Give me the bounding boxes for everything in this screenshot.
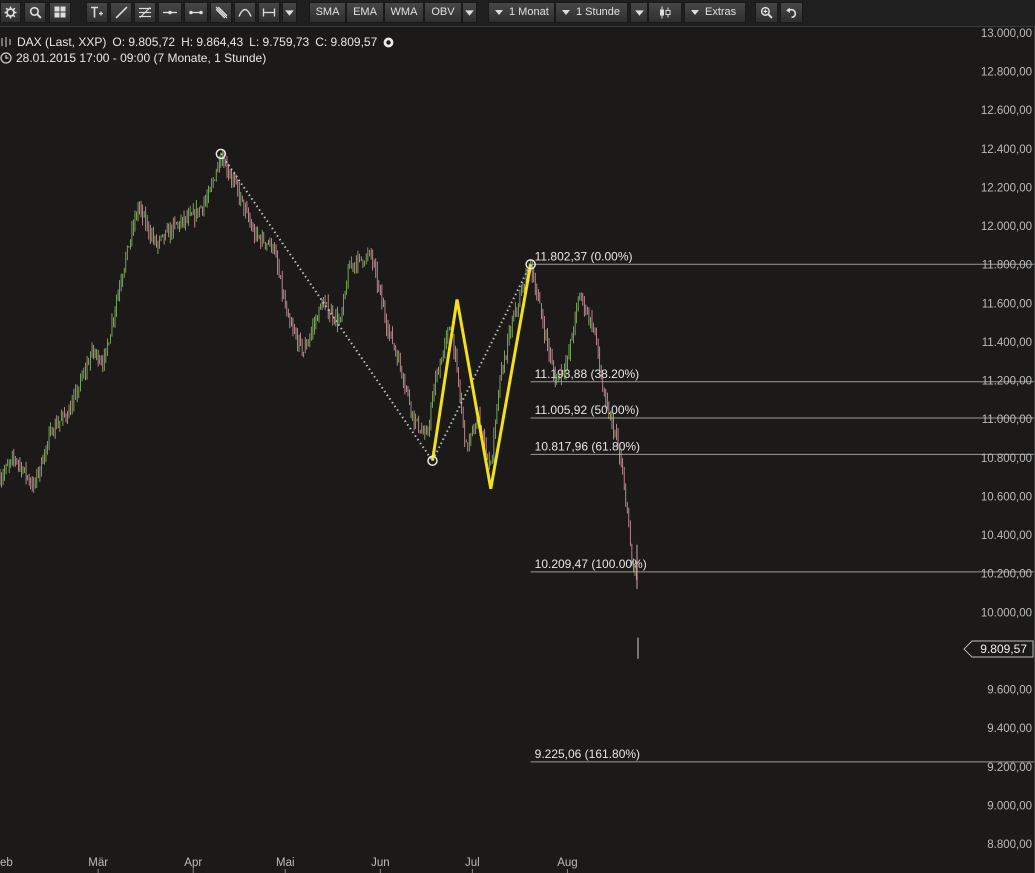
undo-icon — [785, 6, 798, 19]
y-tick-label: 11.200,00 — [982, 376, 1032, 388]
fib-level-label: 10.817,96 (61.80%) — [535, 439, 640, 453]
y-tick-label: 10.800,00 — [981, 453, 1032, 465]
measure-tool-button[interactable] — [258, 2, 280, 23]
y-tick-label: 11.600,00 — [982, 298, 1032, 310]
x-tick-label: Apr — [184, 857, 202, 869]
segment-tool-button[interactable] — [184, 2, 208, 23]
y-tick-label: 9.400,00 — [987, 723, 1032, 735]
chevron-down-icon — [285, 6, 294, 19]
tools-dropdown-button[interactable] — [282, 2, 297, 23]
extras-menu[interactable]: Extras — [684, 2, 746, 23]
y-tick-label: 12.000,00 — [981, 221, 1032, 233]
fibonacci-tool-button[interactable] — [134, 2, 156, 23]
gear-icon — [4, 6, 17, 19]
period-label: 1 Monat — [509, 6, 549, 18]
search-icon — [29, 6, 42, 19]
dotted-pattern-line[interactable] — [221, 154, 531, 461]
arc-tool-button[interactable] — [234, 2, 256, 23]
x-tick-label: Aug — [557, 857, 577, 869]
grid-icon — [54, 6, 66, 18]
toolbar: SMA EMA WMA OBV 1 Monat 1 Stunde Extras — [0, 0, 1035, 27]
ema-button[interactable]: EMA — [346, 2, 384, 23]
x-tick-label: Mär — [88, 857, 108, 869]
extras-label: Extras — [705, 6, 736, 18]
y-tick-label: 13.000,00 — [981, 28, 1032, 40]
fib-level-label: 11.005,92 (50.00%) — [535, 403, 640, 417]
y-tick-label: 8.800,00 — [987, 839, 1032, 851]
y-tick-label: 10.000,00 — [981, 607, 1032, 619]
zoom-in-icon — [760, 6, 773, 19]
fib-level-label: 10.209,47 (100.00%) — [535, 557, 647, 571]
x-tick-label: Jul — [465, 857, 480, 869]
chevron-down-icon — [465, 6, 474, 19]
sma-button[interactable]: SMA — [309, 2, 346, 23]
indicator-dropdown-button[interactable] — [462, 2, 477, 23]
chevron-down-icon — [562, 10, 570, 15]
measure-icon — [262, 6, 276, 19]
y-tick-label: 9.600,00 — [987, 685, 1032, 697]
settings-button[interactable] — [0, 2, 21, 23]
horizontal-line-button[interactable] — [158, 2, 182, 23]
y-tick-label: 12.800,00 — [981, 67, 1032, 79]
trendline-tool-button[interactable] — [110, 2, 132, 23]
y-tick-label: 11.400,00 — [982, 337, 1032, 349]
y-tick-label: 10.400,00 — [981, 530, 1032, 542]
x-tick-label: eb — [0, 857, 13, 869]
layout-button[interactable] — [49, 2, 71, 23]
price-chart[interactable]: 11.802,37 (0.00%) 11.193,88 (38.20%) 11.00… — [0, 27, 1035, 873]
candlestick-icon — [658, 6, 672, 19]
text-plus-icon — [90, 6, 104, 19]
pitchfork-tool-button[interactable] — [210, 2, 232, 23]
zoom-in-button[interactable] — [755, 2, 778, 23]
fib-level-label: 11.193,88 (38.20%) — [535, 367, 640, 381]
y-tick-label: 12.200,00 — [981, 182, 1032, 194]
text-tool-button[interactable] — [86, 2, 108, 23]
hline-icon — [162, 6, 178, 19]
interval-select[interactable]: 1 Stunde — [555, 2, 628, 23]
y-tick-label: 10.200,00 — [981, 569, 1032, 581]
interval-dropdown-button[interactable] — [630, 2, 648, 23]
chevron-down-icon — [635, 6, 644, 19]
x-tick-label: Mai — [276, 857, 295, 869]
wma-button[interactable]: WMA — [384, 2, 424, 23]
x-tick-label: Jun — [371, 857, 390, 869]
chevron-down-icon — [691, 10, 699, 15]
y-tick-label: 11.800,00 — [982, 260, 1032, 272]
fib-level-label: 9.225,06 (161.80%) — [535, 747, 640, 761]
y-tick-label: 10.600,00 — [981, 491, 1032, 503]
arc-icon — [238, 6, 252, 19]
interval-label: 1 Stunde — [576, 6, 620, 18]
y-tick-label: 9.200,00 — [987, 762, 1032, 774]
chart-type-button[interactable] — [648, 2, 682, 23]
y-tick-label: 12.600,00 — [981, 105, 1032, 117]
fib-level-label: 11.802,37 (0.00%) — [535, 249, 633, 263]
chevron-down-icon — [495, 10, 503, 15]
zigzag-pattern-line[interactable] — [432, 264, 530, 488]
y-tick-label: 9.000,00 — [987, 800, 1032, 812]
pitchfork-icon — [215, 6, 228, 19]
undo-button[interactable] — [780, 2, 803, 23]
segment-icon — [188, 6, 204, 19]
y-tick-label: 12.400,00 — [981, 144, 1032, 156]
line-icon — [115, 6, 128, 19]
fib-icon — [138, 6, 152, 19]
period-select[interactable]: 1 Monat — [488, 2, 555, 23]
zoom-search-button[interactable] — [24, 2, 46, 23]
last-price-label: 9.809,57 — [980, 642, 1027, 656]
obv-button[interactable]: OBV — [424, 2, 462, 23]
y-tick-label: 11.000,00 — [982, 414, 1032, 426]
